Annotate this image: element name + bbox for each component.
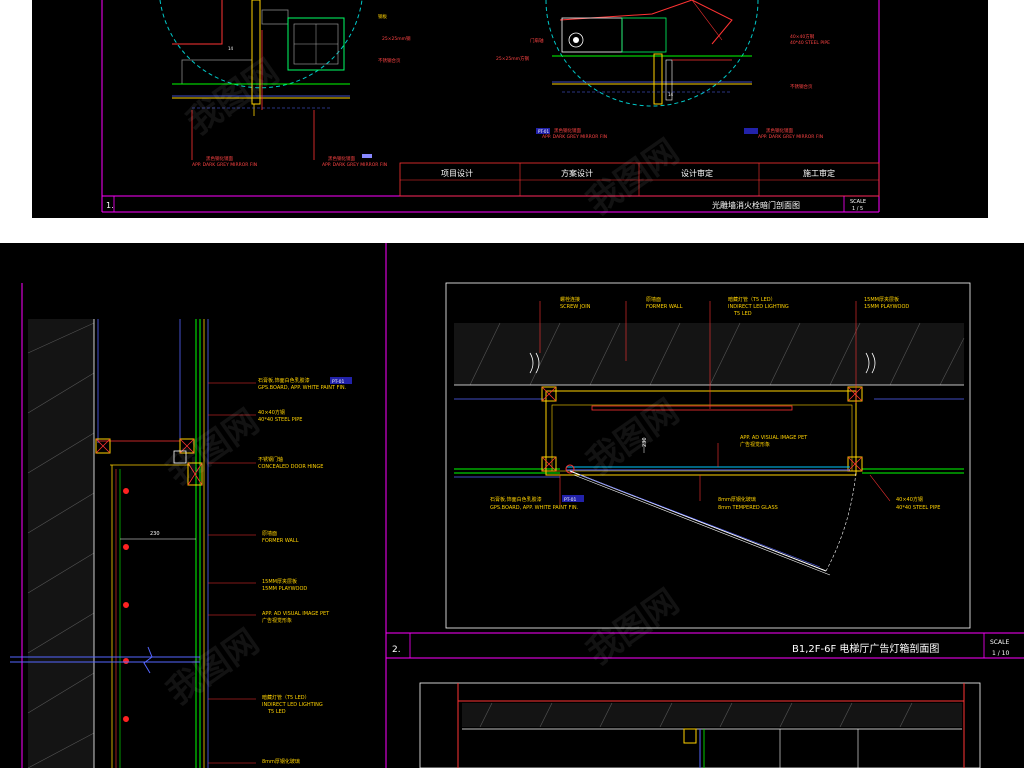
left-circle-dim-14: 14 <box>228 46 234 51</box>
detail-2-title-bar: 2. B1,2F-6F 电梯厅广告灯箱剖面图 SCALE 1 / 10 <box>392 633 1009 658</box>
left-notes: 石膏板,饰面白色乳胶漆 PT-01 GPS.BOARD, APP. WHITE … <box>208 377 352 765</box>
right-circle-note-l1: 门扇轴 <box>530 37 544 44</box>
left-note-7-en: INDIRECT LED LIGHTING <box>262 702 323 708</box>
right-plan-section: 230 <box>454 322 965 576</box>
left-note-6-cn: APP. AD VISUAL IMAGE PET <box>262 611 330 617</box>
sign-cell-2: 方案设计 <box>561 168 593 178</box>
right-bottom-note-3-cn: 40×40方钢 <box>896 496 923 503</box>
right-bottom-note-1-en: GPS.BOARD, APP. WHITE PAINT FIN. <box>490 505 579 511</box>
left-circle-bottom-tag-cn-2: 黑色钢化镜面 <box>328 155 355 162</box>
right-dim-230: 230 <box>642 437 648 447</box>
left-note-8-cn: 8mm厚钢化玻璃 <box>262 758 300 765</box>
detail-1-number: 1. <box>106 201 114 210</box>
right-bottom-note-3-en: 40*40 STEEL PIPE <box>896 505 940 511</box>
right-mid-note-en: 广告视觉形象 <box>740 441 770 448</box>
sign-cell-4: 施工审定 <box>803 168 835 178</box>
right-circle-note-r2: 不锈钢合页 <box>790 83 813 90</box>
right-top-note-2-en: FORMER WALL <box>646 304 683 310</box>
left-circle-dim-25: 25×25mm钢 <box>382 35 411 42</box>
right-circle-bottom-tag-cn-2: 黑色钢化镜面 <box>766 127 793 134</box>
right-top-note-3-en2: T5 LED <box>733 311 752 317</box>
detail-2-panel: 230 石膏板,饰面白色乳胶漆 PT-01 GPS.BOARD, APP. WH… <box>0 243 1024 768</box>
left-detail-circle: 钢板 25×25mm钢 不锈钢合页 14 黑色钢化镜面 APP. DARK GR… <box>159 0 411 168</box>
left-dim-230: 230 <box>150 531 160 537</box>
left-circle-bottom-tag-en-2: APP. DARK GREY MIRROR FIN <box>322 162 387 168</box>
left-note-4-en: FORMER WALL <box>262 538 299 544</box>
left-note-5-cn: 15MM厚夹层板 <box>262 578 297 585</box>
lower-partial-drawing <box>419 682 981 768</box>
sign-cell-1: 项目设计 <box>441 168 473 178</box>
right-detail-circle: 门扇轴 25×25mm方钢 40×40方钢 40*40 STEEL PIPE 不… <box>496 0 830 140</box>
right-bottom-note-1-tag: PT-01 <box>564 497 577 503</box>
left-circle-bottom-tag-cn: 黑色钢化镜面 <box>206 155 233 162</box>
left-note-2-cn: 40×40方钢 <box>258 409 285 416</box>
left-note-1-cn: 石膏板,饰面白色乳胶漆 <box>258 377 310 384</box>
detail-2-title: B1,2F-6F 电梯厅广告灯箱剖面图 <box>792 642 939 655</box>
left-circle-note-r2: 不锈钢合页 <box>378 57 401 64</box>
right-circle-note-r1-en: 40*40 STEEL PIPE <box>790 40 830 46</box>
right-circle-note-r1-cn: 40×40方钢 <box>790 33 815 40</box>
right-circle-tag-left: PT-01 <box>538 129 549 134</box>
detail-2-scale-value: 1 / 10 <box>992 650 1009 657</box>
detail-1-panel: 项目设计 方案设计 设计审定 施工审定 1. 光雕墙消火栓暗门剖面图 SCALE… <box>32 0 988 218</box>
detail-1-scale-value: 1 / 5 <box>852 206 863 212</box>
sign-cell-3: 设计审定 <box>681 168 713 178</box>
detail-2-drawing: 230 石膏板,饰面白色乳胶漆 PT-01 GPS.BOARD, APP. WH… <box>10 243 1024 768</box>
right-top-note-4-en: 15MM PLAYWOOD <box>864 304 909 310</box>
right-bottom-note-1-cn: 石膏板,饰面白色乳胶漆 <box>490 496 542 503</box>
left-circle-bottom-tag-en: APP. DARK GREY MIRROR FIN <box>192 162 257 168</box>
right-top-note-4-cn: 15MM厚夹层板 <box>864 296 899 303</box>
right-bottom-note-2-en: 8mm TEMPERED GLASS <box>718 505 778 511</box>
right-mid-note-cn: APP. AD VISUAL IMAGE PET <box>740 435 808 441</box>
detail-2-number: 2. <box>392 645 401 655</box>
right-circle-bottom-tag-en-2: APP. DARK GREY MIRROR FIN <box>758 134 823 140</box>
left-note-1-en: GPS.BOARD, APP. WHITE PAINT FIN. <box>258 385 347 391</box>
right-bottom-note-2-cn: 8mm厚钢化玻璃 <box>718 496 756 503</box>
right-circle-dim-14: 14 <box>668 92 674 97</box>
detail-2-scale-label: SCALE <box>990 639 1009 646</box>
detail-1-scale-label: SCALE <box>850 199 866 205</box>
left-note-5-en: 15MM PLAYWOOD <box>262 586 307 592</box>
left-vertical-section: 230 <box>10 319 209 768</box>
left-circle-note-r1: 钢板 <box>378 13 387 20</box>
left-note-3-cn: 不锈钢门轴 <box>258 456 283 463</box>
right-circle-note-l2: 25×25mm方钢 <box>496 55 529 62</box>
left-note-3-en: CONCEALED DOOR HINGE <box>258 464 323 470</box>
right-top-note-2-cn: 原墙面 <box>646 296 661 303</box>
left-note-7-cn: 暗藏灯管（T5 LED） <box>262 694 310 701</box>
left-note-2-en: 40*40 STEEL PIPE <box>258 417 302 423</box>
right-top-note-3-en: INDIRECT LED LIGHTING <box>728 304 789 310</box>
right-top-note-1-cn: 螺栓连接 <box>560 296 580 303</box>
right-top-note-3-cn: 暗藏灯管（T5 LED） <box>728 296 776 303</box>
detail-1-title: 光雕墙消火栓暗门剖面图 <box>712 200 800 210</box>
detail-1-drawing: 项目设计 方案设计 设计审定 施工审定 1. 光雕墙消火栓暗门剖面图 SCALE… <box>101 0 880 213</box>
left-note-6-en: 广告视觉形象 <box>262 617 292 624</box>
right-circle-bottom-tag-cn: 黑色钢化镜面 <box>554 127 581 134</box>
left-note-7-en2: T5 LED <box>267 709 286 715</box>
left-note-4-cn: 原墙面 <box>262 530 277 537</box>
right-top-note-1-en: SCREW JOIN <box>560 304 591 310</box>
right-circle-bottom-tag-en: APP. DARK GREY MIRROR FIN <box>542 134 607 140</box>
